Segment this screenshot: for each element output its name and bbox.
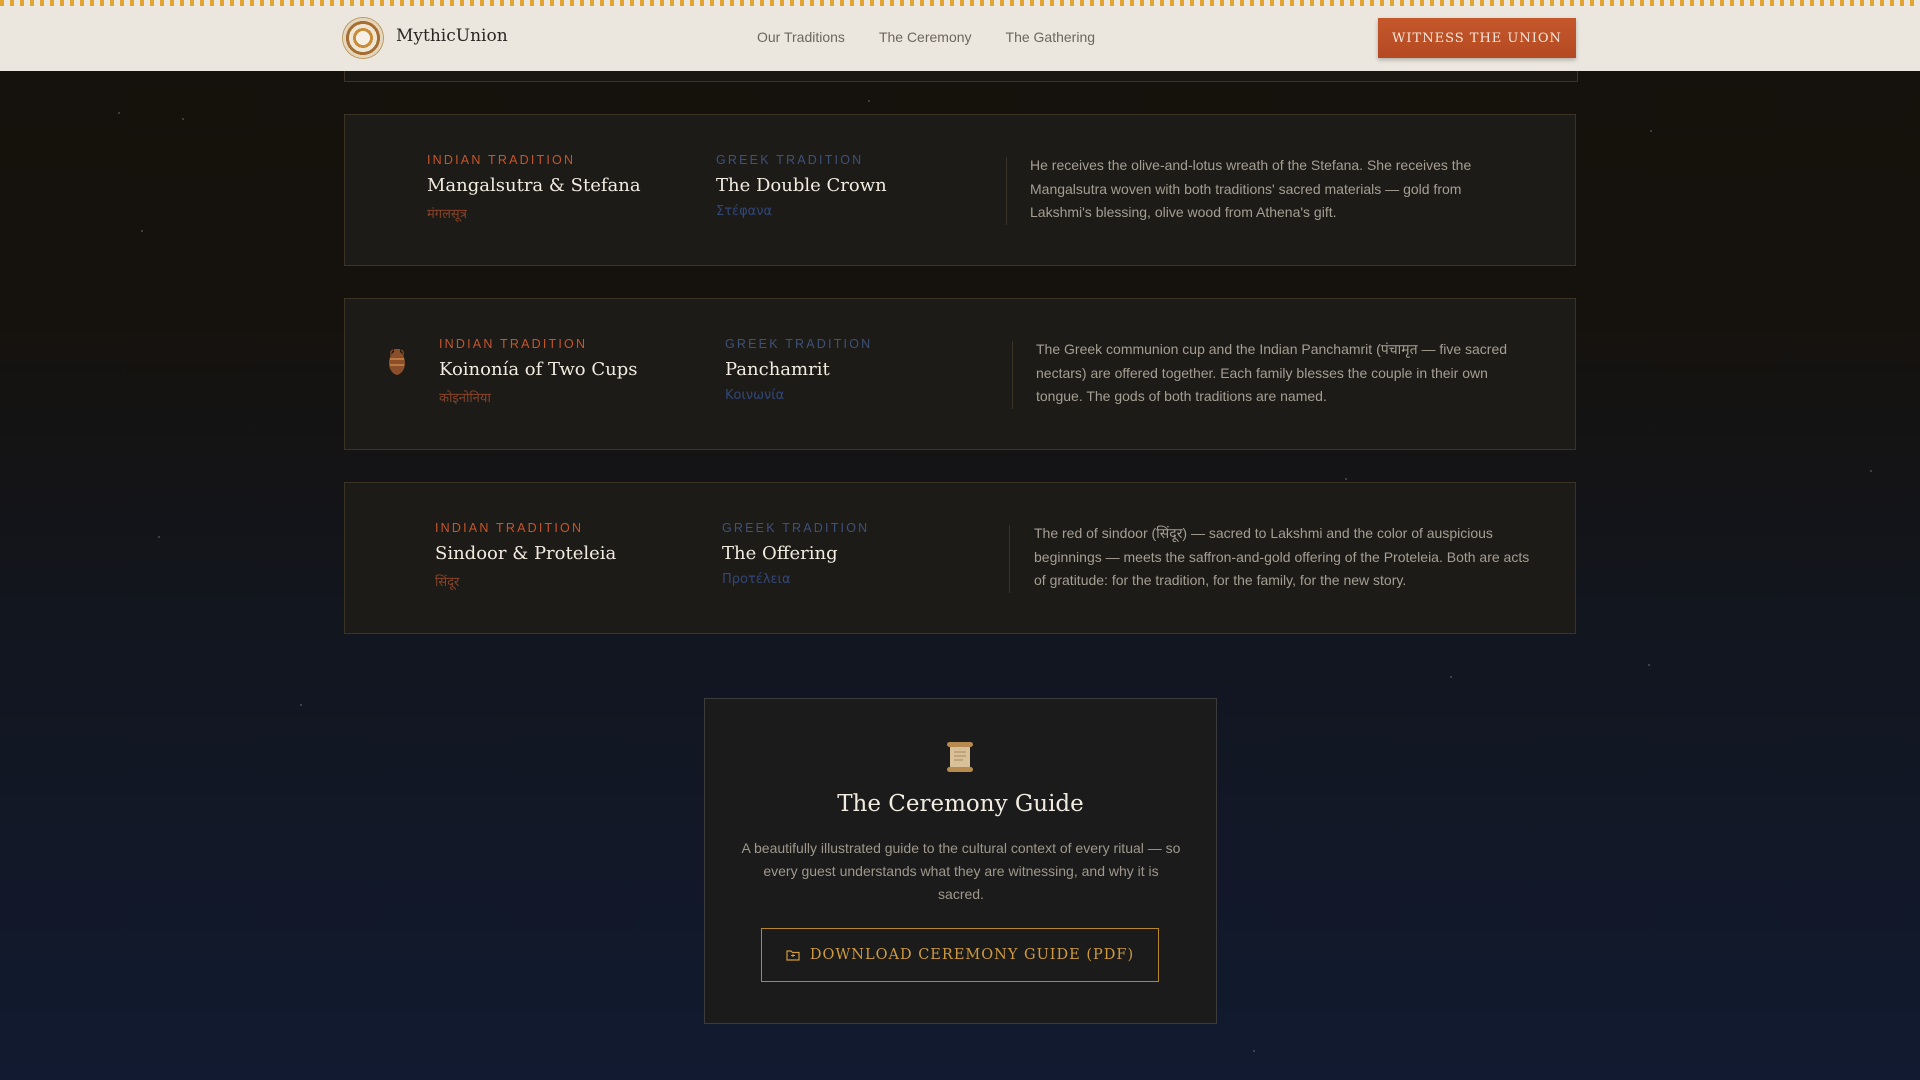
ritual-description: He receives the olive-and-lotus wreath o… (1030, 157, 1472, 220)
indian-tradition-column: INDIAN TRADITION Koinonía of Two Cups को… (439, 337, 637, 406)
scroll-icon (947, 742, 973, 772)
guide-title: The Ceremony Guide (837, 791, 1084, 817)
indian-tradition-column: INDIAN TRADITION Sindoor & Proteleia सिं… (435, 521, 616, 590)
greek-script-name: Στέφανα (716, 204, 773, 219)
greek-script-name: Προτέλεια (722, 572, 791, 587)
greek-tradition-column: GREEK TRADITION Panchamrit Κοινωνία (725, 337, 872, 403)
indian-script-name: कोइनोनिया (439, 391, 491, 406)
logo-icon[interactable] (343, 18, 383, 58)
ritual-card-koinonia: INDIAN TRADITION Koinonía of Two Cups को… (344, 298, 1576, 450)
download-guide-label: DOWNLOAD CEREMONY GUIDE (PDF) (809, 947, 1135, 963)
ceremony-guide-card: The Ceremony Guide A beautifully illustr… (704, 698, 1217, 1024)
indian-tradition-label: INDIAN TRADITION (439, 337, 588, 351)
witness-the-union-button[interactable]: WITNESS THE UNION (1378, 18, 1576, 58)
main-nav: Our Traditions The Ceremony The Gatherin… (757, 29, 1095, 45)
indian-script-name: मंगलसूत्र (427, 207, 467, 222)
site-header: MythicUnion Our Traditions The Ceremony … (0, 0, 1920, 71)
greek-script-name: Κοινωνία (725, 388, 785, 403)
indian-ritual-name: Sindoor & Proteleia (435, 543, 617, 564)
decorative-top-stripe (0, 0, 1920, 6)
indian-tradition-label: INDIAN TRADITION (427, 153, 576, 167)
greek-tradition-label: GREEK TRADITION (716, 153, 864, 167)
column-divider (1009, 525, 1010, 593)
ritual-card-mangalsutra: INDIAN TRADITION Mangalsutra & Stefana म… (344, 114, 1576, 266)
greek-ritual-name: The Offering (722, 543, 838, 564)
ritual-description: The red of sindoor (सिंदूर) — sacred to … (1034, 525, 1530, 588)
indian-ritual-name: Mangalsutra & Stefana (427, 175, 641, 196)
greek-tradition-label: GREEK TRADITION (722, 521, 870, 535)
column-divider (1006, 157, 1007, 225)
greek-tradition-label: GREEK TRADITION (725, 337, 873, 351)
nav-the-ceremony[interactable]: The Ceremony (879, 29, 972, 45)
greek-ritual-name: The Double Crown (716, 175, 887, 196)
column-divider (1012, 341, 1013, 409)
indian-ritual-name: Koinonía of Two Cups (439, 359, 638, 380)
guide-description: A beautifully illustrated guide to the c… (741, 840, 1181, 902)
ritual-card-sindoor: INDIAN TRADITION Sindoor & Proteleia सिं… (344, 482, 1576, 634)
download-guide-button[interactable]: DOWNLOAD CEREMONY GUIDE (PDF) (761, 928, 1159, 982)
ritual-description: The Greek communion cup and the Indian P… (1036, 341, 1508, 404)
greek-tradition-column: GREEK TRADITION The Offering Προτέλεια (722, 521, 869, 587)
logo-text[interactable]: MythicUnion (396, 26, 508, 46)
indian-script-name: सिंदूर (435, 575, 460, 590)
nav-our-traditions[interactable]: Our Traditions (757, 29, 845, 45)
indian-tradition-label: INDIAN TRADITION (435, 521, 584, 535)
folder-icon (786, 950, 800, 961)
indian-tradition-column: INDIAN TRADITION Mangalsutra & Stefana म… (427, 153, 641, 222)
greek-ritual-name: Panchamrit (725, 359, 830, 380)
amphora-icon (389, 349, 405, 375)
nav-the-gathering[interactable]: The Gathering (1006, 29, 1096, 45)
greek-tradition-column: GREEK TRADITION The Double Crown Στέφανα (716, 153, 887, 219)
